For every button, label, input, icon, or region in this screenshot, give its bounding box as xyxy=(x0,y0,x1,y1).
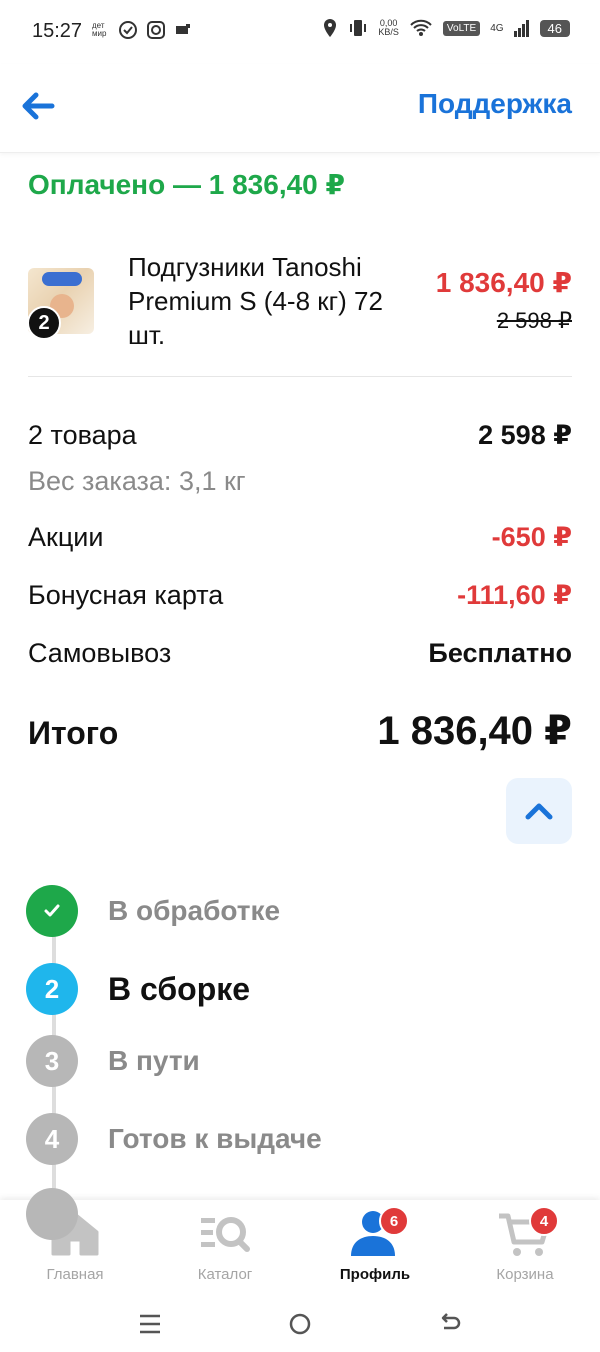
product-brand-mark xyxy=(42,272,82,286)
instagram-icon xyxy=(147,21,165,39)
menu-lines-icon xyxy=(140,1314,160,1334)
nav-catalog[interactable]: Каталог xyxy=(150,1208,300,1294)
status-time: 15:27 xyxy=(32,20,83,42)
step-number: 3 xyxy=(26,1035,78,1087)
product-quantity-badge: 2 xyxy=(27,306,61,340)
signal-icon xyxy=(513,20,529,37)
step-label: Готов к выдаче xyxy=(108,1123,322,1154)
location-icon xyxy=(324,19,337,37)
summary-pickup-value: Бесплатно xyxy=(428,638,572,668)
status-left-icons: дет мир xyxy=(92,20,192,40)
summary-bonus-row: Бонусная карта -111,60 ₽ xyxy=(28,580,572,611)
step-in-transit: 3 В пути xyxy=(26,1034,566,1088)
collapse-summary-button[interactable] xyxy=(506,778,572,844)
product-old-price: 2 598 ₽ xyxy=(496,308,572,333)
status-right-icons: 0,00 KB/S VoLTE 4G 46 xyxy=(322,18,570,38)
summary-bonus-label: Бонусная карта xyxy=(28,580,224,610)
notification-icon xyxy=(176,24,190,34)
summary-promo-row: Акции -650 ₽ xyxy=(28,522,572,553)
product-name[interactable]: Подгузники Tanoshi Premium S (4-8 кг) 72… xyxy=(128,250,418,352)
step-processing: В обработке xyxy=(26,884,566,938)
status-bar: 15:27 дет мир 0,00 KB/S VoLTE 4G 46 xyxy=(0,0,600,64)
support-link[interactable]: Поддержка xyxy=(418,88,572,120)
circle-home-icon xyxy=(289,1313,311,1335)
network-type: 4G xyxy=(490,22,504,34)
step-label: В пути xyxy=(108,1045,200,1076)
summary-total-row: Итого 1 836,40 ₽ xyxy=(28,708,572,754)
back-button[interactable] xyxy=(16,84,60,128)
summary-weight-label: Вес заказа: 3,1 кг xyxy=(28,466,246,496)
detmir-notification-icon: дет мир xyxy=(92,21,107,38)
summary-items-value: 2 598 ₽ xyxy=(478,420,572,450)
summary-bonus-value: -111,60 ₽ xyxy=(457,580,572,610)
summary-promo-value: -650 ₽ xyxy=(491,522,572,552)
divider xyxy=(28,376,572,377)
step-label: В обработке xyxy=(108,895,281,926)
summary-pickup-label: Самовывоз xyxy=(28,638,172,668)
summary-total-label: Итого xyxy=(28,715,119,751)
chevron-up-icon xyxy=(525,803,553,820)
step-label: В сборке xyxy=(108,970,251,1007)
check-icon xyxy=(44,904,60,917)
nav-cart-label: Корзина xyxy=(496,1266,554,1283)
wifi-icon xyxy=(410,19,432,36)
summary-promo-label: Акции xyxy=(28,522,104,552)
step-number: 4 xyxy=(26,1113,78,1165)
step-ready-for-pickup: 4 Готов к выдаче xyxy=(26,1112,566,1166)
volte-badge: VoLTE xyxy=(442,20,481,36)
back-system-button[interactable] xyxy=(430,1304,470,1344)
cart-count-badge: 4 xyxy=(529,1206,559,1236)
home-system-button[interactable] xyxy=(280,1304,320,1344)
nav-home-label: Главная xyxy=(46,1266,104,1283)
nav-catalog-label: Каталог xyxy=(197,1266,253,1283)
step-assembly: 2 В сборке xyxy=(26,962,566,1016)
bottom-navigation: Главная Каталог 6 Профиль 4 Корзина xyxy=(0,1200,600,1294)
catalog-search-icon xyxy=(201,1217,250,1252)
nav-cart[interactable]: 4 Корзина xyxy=(450,1206,600,1294)
order-paid-status: Оплачено — 1 836,40 ₽ xyxy=(28,169,346,200)
check-circle-icon xyxy=(119,21,137,39)
step-next-partial xyxy=(26,1188,78,1240)
network-speed: 0,00 KB/S xyxy=(378,19,399,37)
step-number: 2 xyxy=(26,963,78,1015)
recent-apps-button[interactable] xyxy=(130,1304,170,1344)
nav-profile[interactable]: 6 Профиль xyxy=(300,1206,450,1294)
arrow-left-icon xyxy=(22,92,55,120)
network-speed-unit: KB/S xyxy=(378,27,399,37)
summary-weight-row: Вес заказа: 3,1 кг xyxy=(28,466,572,497)
vibrate-icon xyxy=(350,20,367,36)
summary-pickup-row: Самовывоз Бесплатно xyxy=(28,638,572,669)
profile-notification-badge: 6 xyxy=(379,1206,409,1236)
battery-level: 46 xyxy=(539,19,570,37)
product-price: 1 836,40 ₽ xyxy=(435,267,572,298)
back-arrow-icon xyxy=(441,1313,461,1330)
app-header: Поддержка xyxy=(0,64,600,153)
summary-items-row: 2 товара 2 598 ₽ xyxy=(28,420,572,451)
step-done-circle xyxy=(26,885,78,937)
summary-items-label: 2 товара xyxy=(28,420,137,450)
summary-total-value: 1 836,40 ₽ xyxy=(377,709,572,753)
nav-profile-label: Профиль xyxy=(339,1266,411,1283)
system-navigation-bar xyxy=(0,1294,600,1352)
